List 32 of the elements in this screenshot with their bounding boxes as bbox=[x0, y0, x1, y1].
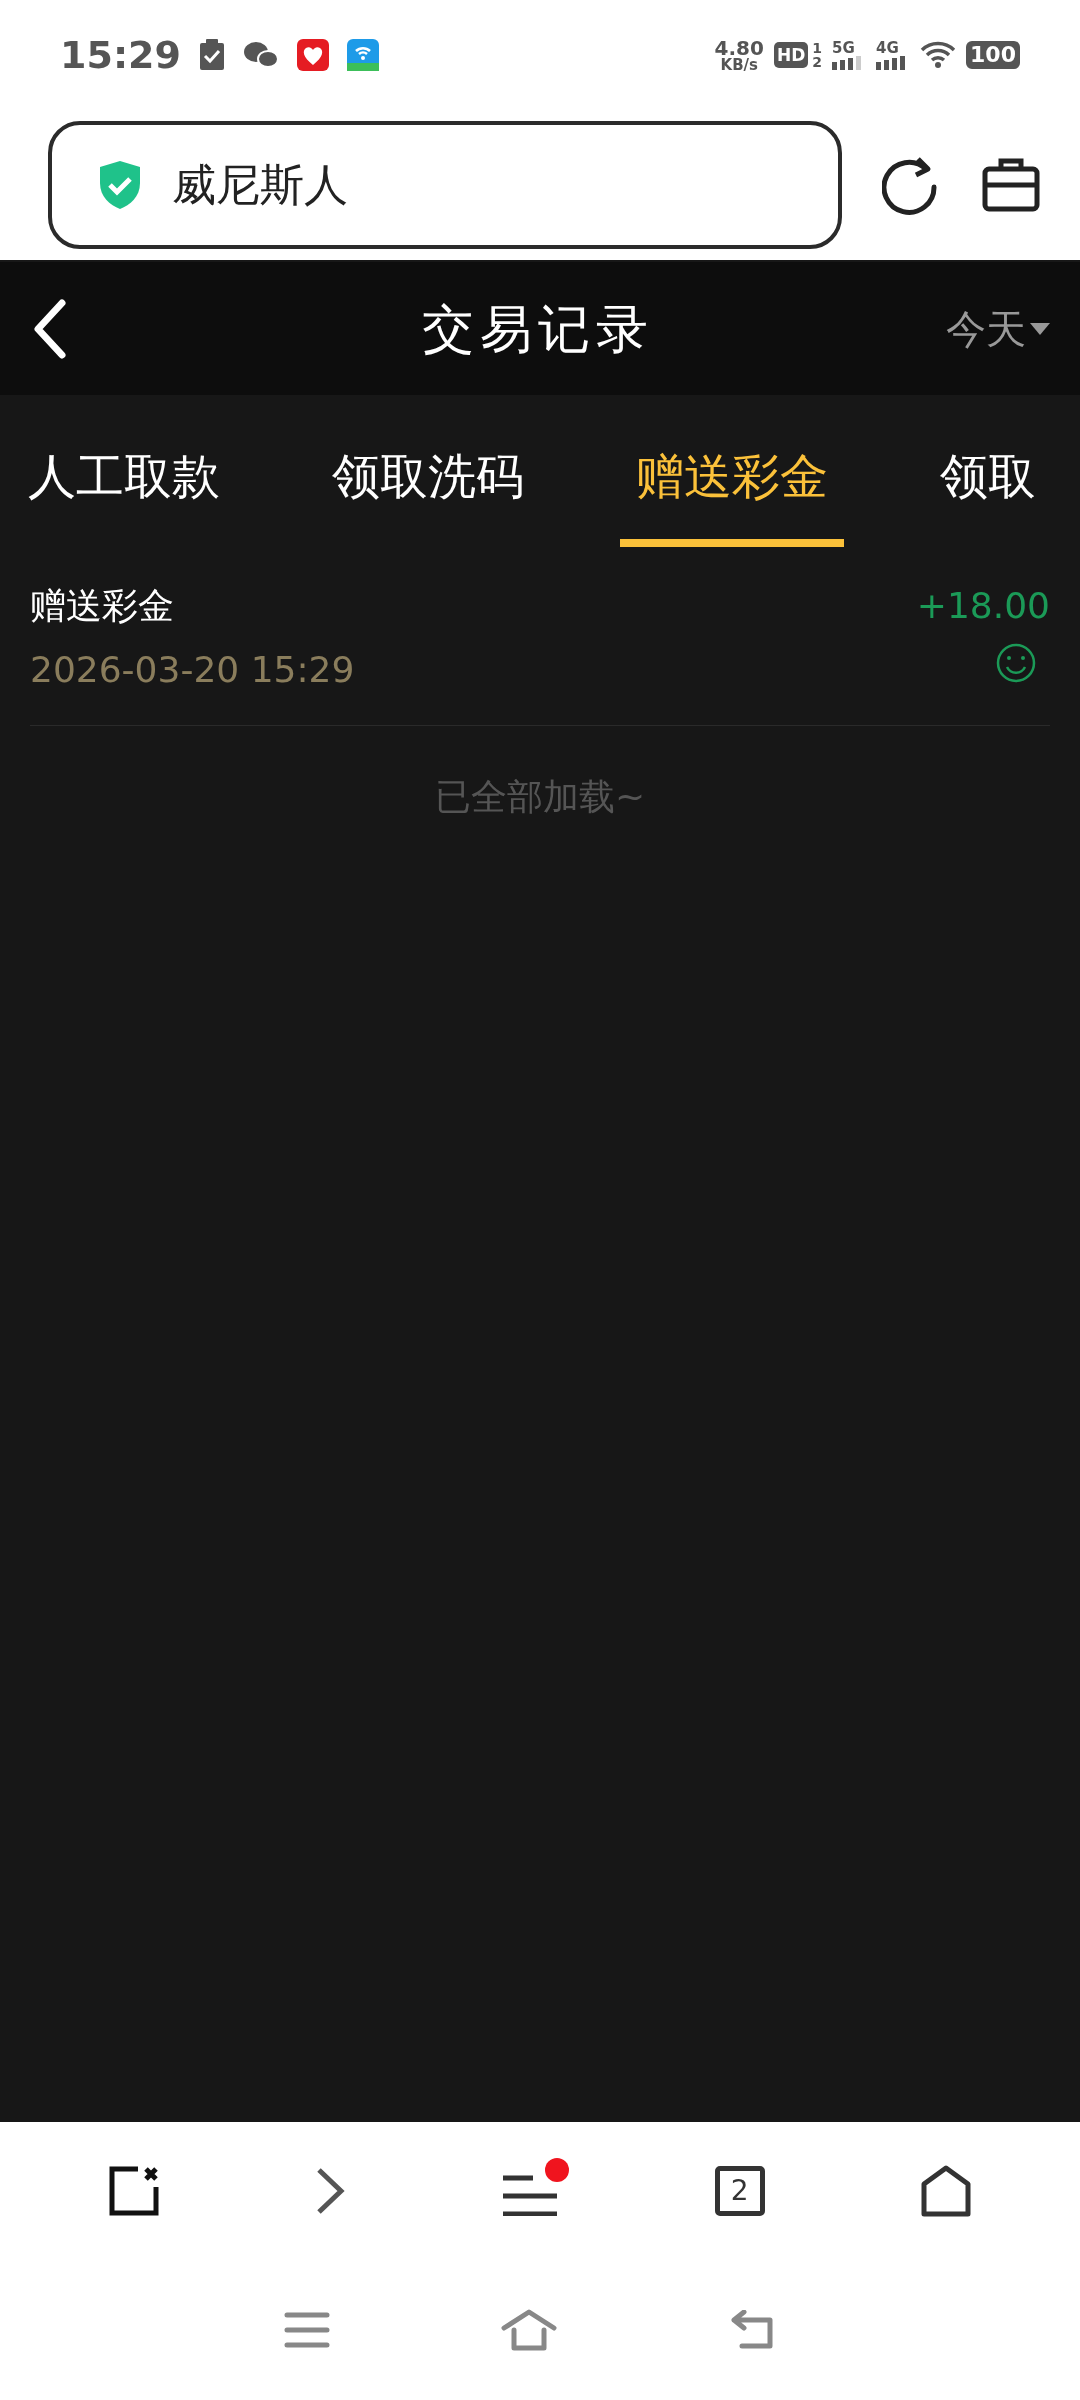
tab[interactable]: 人工取款 bbox=[12, 395, 236, 557]
date-filter[interactable]: 今天 bbox=[946, 298, 1050, 359]
tab[interactable]: 赠送彩金 bbox=[620, 395, 844, 557]
record-time: 2026-03-20 15:29 bbox=[30, 648, 355, 692]
caret-icon bbox=[1030, 322, 1050, 335]
network-speed-unit: KB/s bbox=[720, 57, 758, 73]
hd-badge: HD bbox=[773, 42, 809, 68]
wifi-app-icon bbox=[346, 39, 379, 71]
tab[interactable]: 领取洗码 bbox=[316, 395, 540, 557]
tab-count-button[interactable]: 2 bbox=[714, 2166, 765, 2216]
close-tab-icon[interactable] bbox=[107, 2165, 160, 2217]
heart-app-icon bbox=[296, 39, 329, 71]
network-speed: 4.80 bbox=[714, 37, 764, 58]
address-text: 威尼斯人 bbox=[172, 158, 348, 212]
smiley-icon bbox=[996, 643, 1036, 683]
record-title: 赠送彩金 bbox=[30, 584, 175, 628]
home-icon[interactable] bbox=[920, 2164, 973, 2218]
network-type: 5G bbox=[832, 40, 856, 56]
network-type: 4G bbox=[876, 40, 900, 56]
address-field[interactable]: 威尼斯人 bbox=[48, 121, 842, 249]
forward-icon[interactable] bbox=[315, 2166, 346, 2216]
end-of-list-note: 已全部加载~ bbox=[434, 775, 646, 819]
sim-label: 1 bbox=[812, 41, 823, 55]
toolbox-icon[interactable] bbox=[982, 157, 1040, 213]
record-amount: +18.00 bbox=[916, 584, 1050, 628]
clock: 15:29 bbox=[60, 31, 181, 79]
clipboard-icon bbox=[198, 39, 225, 71]
tab[interactable]: 领取 bbox=[924, 395, 1052, 557]
page-title: 交易记录 bbox=[421, 297, 655, 361]
wifi-icon bbox=[920, 41, 957, 69]
sim-label: 2 bbox=[812, 55, 823, 69]
battery-indicator: 100 bbox=[966, 41, 1020, 69]
